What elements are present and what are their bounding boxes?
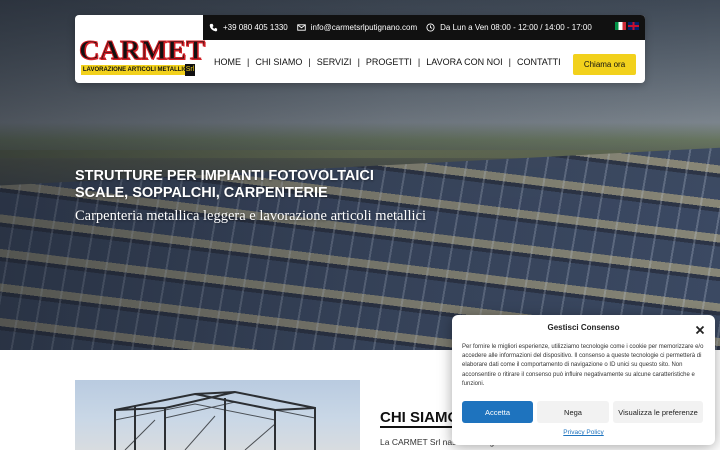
steel-frame-illustration <box>114 390 316 450</box>
nav-separator: | <box>417 57 421 67</box>
nav-separator: | <box>308 57 311 67</box>
hero-title-line1: STRUTTURE PER IMPIANTI FOTOVOLTAICI <box>75 168 374 184</box>
main-nav: HOME | CHI SIAMO | SERVIZI | PROGETTI | … <box>211 57 564 67</box>
nav-contatti[interactable]: CONTATTI <box>514 57 564 67</box>
consent-title: Gestisci Consenso <box>547 323 620 332</box>
nav-servizi[interactable]: SERVIZI <box>314 57 355 67</box>
hours-text: Da Lun a Ven 08:00 - 12:00 / 14:00 - 17:… <box>440 23 592 32</box>
clock-icon <box>426 23 435 32</box>
phone-number: +39 080 405 1330 <box>223 23 288 32</box>
logo-badge: Srl <box>185 64 195 76</box>
cookie-consent-dialog: Gestisci Consenso Per fornire le miglior… <box>452 315 715 445</box>
site-header: CARMET LAVORAZIONE ARTICOLI METALLICI Sr… <box>75 15 645 83</box>
preferences-button[interactable]: Visualizza le preferenze <box>613 401 703 423</box>
nav-separator: | <box>247 57 250 67</box>
logo-tagline: LAVORAZIONE ARTICOLI METALLICI <box>81 65 191 75</box>
call-now-button[interactable]: Chiama ora <box>573 54 636 75</box>
hero-subtitle: Carpenteria metallica leggera e lavorazi… <box>75 208 427 224</box>
nav-progetti[interactable]: PROGETTI <box>363 57 415 67</box>
phone-contact[interactable]: +39 080 405 1330 <box>209 23 288 32</box>
about-title: CHI SIAMO <box>380 409 460 428</box>
nav-separator: | <box>508 57 511 67</box>
carmet-logo[interactable]: CARMET LAVORAZIONE ARTICOLI METALLICI Sr… <box>77 35 206 79</box>
email-address: info@carmetsrlputignano.com <box>310 23 418 32</box>
deny-button[interactable]: Nega <box>537 401 609 423</box>
language-switcher <box>615 22 639 30</box>
nav-lavora-con-noi[interactable]: LAVORA CON NOI <box>423 57 505 67</box>
hero-title: STRUTTURE PER IMPIANTI FOTOVOLTAICI SCAL… <box>75 168 455 202</box>
nav-home[interactable]: HOME <box>211 57 244 67</box>
consent-body: Per fornire le migliori esperienze, util… <box>462 344 704 387</box>
email-contact[interactable]: info@carmetsrlputignano.com <box>297 23 417 32</box>
phone-icon <box>209 23 218 32</box>
nav-chi-siamo[interactable]: CHI SIAMO <box>252 57 305 67</box>
opening-hours: Da Lun a Ven 08:00 - 12:00 / 14:00 - 17:… <box>426 23 592 32</box>
accept-button[interactable]: Accetta <box>462 401 533 423</box>
consent-buttons: Accetta Nega Visualizza le preferenze <box>462 401 703 423</box>
close-icon[interactable] <box>695 322 705 335</box>
english-flag-icon[interactable] <box>628 22 639 30</box>
privacy-policy-link[interactable]: Privacy Policy <box>452 429 715 436</box>
italian-flag-icon[interactable] <box>615 22 626 30</box>
contact-topbar: +39 080 405 1330 info@carmetsrlputignano… <box>203 15 645 40</box>
steel-structure-image <box>75 380 360 450</box>
nav-separator: | <box>357 57 360 67</box>
envelope-icon <box>297 23 306 32</box>
hero-title-line2: SCALE, SOPPALCHI, CARPENTERIE <box>75 185 328 201</box>
logo-wordmark: CARMET <box>78 35 205 66</box>
